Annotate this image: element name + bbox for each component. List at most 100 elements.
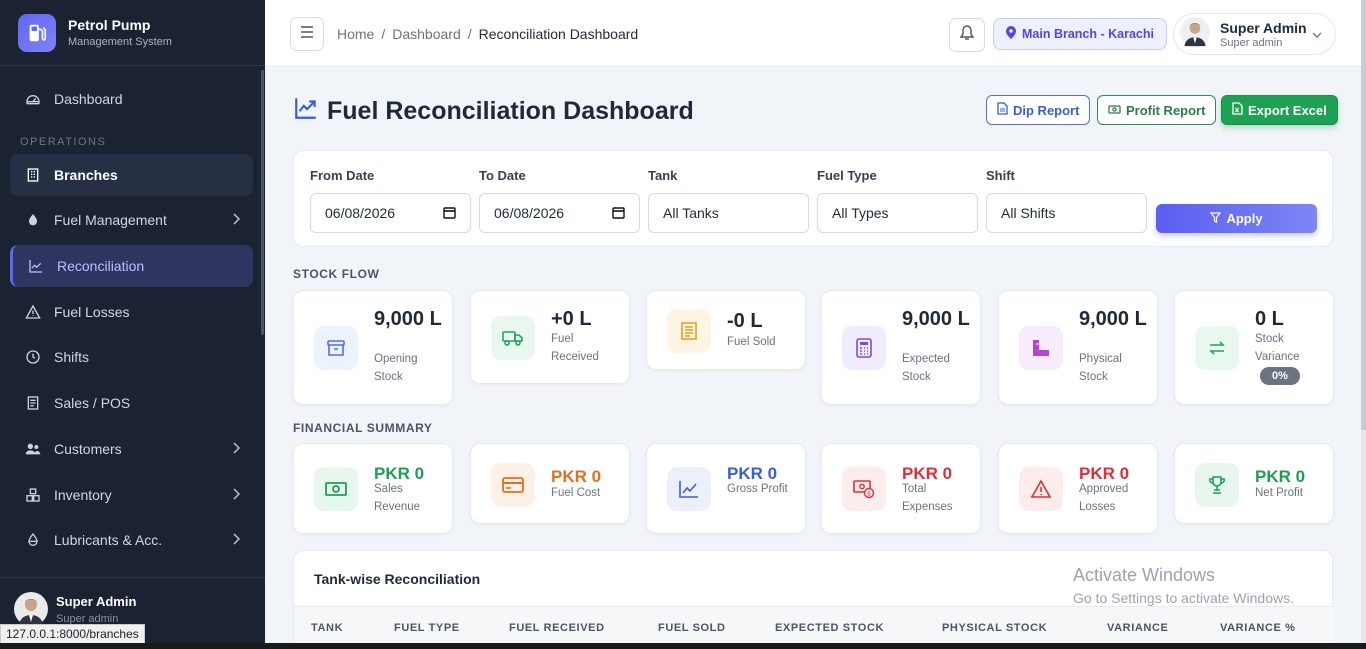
- sidebar-item-fuel-management[interactable]: Fuel Management: [10, 199, 253, 241]
- chart-line-icon: [293, 95, 319, 128]
- sidebar-item-label: Sales / POS: [54, 395, 131, 412]
- oil-drop-icon: [24, 531, 42, 549]
- tank-select[interactable]: All Tanks: [648, 193, 809, 233]
- column-header[interactable]: EXPECTED STOCK: [775, 622, 884, 634]
- filter-to-date: To Date 06/08/2026: [479, 168, 640, 233]
- profit-report-button[interactable]: Profit Report: [1097, 95, 1217, 125]
- net-profit-card: PKR 0 Net Profit: [1174, 443, 1334, 524]
- fuel-sold-label: Fuel Sold: [727, 336, 776, 348]
- branch-selector[interactable]: Main Branch - Karachi: [993, 18, 1167, 50]
- calculator-icon: [842, 326, 886, 370]
- sidebar-item-reconciliation[interactable]: Reconciliation: [10, 245, 253, 288]
- building-icon: [24, 166, 42, 184]
- filter-fuel-type: Fuel Type All Types: [817, 168, 978, 233]
- warning-icon: [24, 303, 42, 321]
- money-out-icon: $: [842, 467, 886, 511]
- truck-icon: [491, 316, 535, 360]
- sidebar-item-inventory[interactable]: Inventory: [10, 474, 253, 516]
- svg-text:$: $: [867, 491, 871, 498]
- physical-stock-label: Physical Stock: [1079, 353, 1122, 383]
- breadcrumb: Home / Dashboard / Reconciliation Dashboard: [337, 26, 639, 42]
- column-header[interactable]: TANK: [311, 622, 343, 634]
- net-profit-label: Net Profit: [1255, 487, 1303, 499]
- fuel-sold-value: -0 L: [727, 310, 763, 332]
- breadcrumb-home[interactable]: Home: [337, 26, 374, 42]
- sidebar-item-label: Customers: [54, 440, 122, 457]
- sidebar-item-shifts[interactable]: Shifts: [10, 336, 253, 378]
- page-scrollbar-thumb[interactable]: [1361, 0, 1366, 430]
- dip-report-label: Dip Report: [1013, 102, 1080, 118]
- sidebar-item-fuel-losses[interactable]: Fuel Losses: [10, 291, 253, 333]
- app-root: Petrol Pump Management System Dashboard …: [0, 0, 1366, 649]
- page-scrollbar[interactable]: [1361, 0, 1366, 649]
- sidebar-item-branches[interactable]: Branches: [10, 153, 253, 196]
- sidebar-item-customers[interactable]: Customers: [10, 428, 253, 470]
- receipt-icon: [667, 309, 711, 353]
- filter-from-date: From Date 06/08/2026: [310, 168, 471, 233]
- opening-stock-value: 9,000 L: [374, 308, 442, 330]
- export-excel-label: Export Excel: [1248, 102, 1327, 118]
- sidebar-item-label: Lubricants & Acc.: [54, 532, 163, 549]
- filter-tank: Tank All Tanks: [648, 168, 809, 233]
- from-date-value: 06/08/2026: [325, 205, 396, 221]
- opening-stock-label: Opening Stock: [374, 353, 418, 383]
- branch-name: Main Branch - Karachi: [1022, 27, 1154, 41]
- column-header[interactable]: VARIANCE: [1107, 622, 1168, 634]
- column-header[interactable]: FUEL TYPE: [394, 622, 460, 634]
- breadcrumb-dashboard[interactable]: Dashboard: [392, 26, 461, 42]
- fuel-received-label: Fuel Received: [551, 333, 599, 363]
- approved-losses-label: Approved Losses: [1079, 483, 1129, 513]
- variance-percent-badge: 0%: [1260, 367, 1300, 385]
- gross-profit-label: Gross Profit: [727, 483, 788, 495]
- calendar-icon[interactable]: [443, 206, 456, 222]
- fuel-type-select[interactable]: All Types: [817, 193, 978, 233]
- cash-icon: [314, 467, 358, 511]
- tank-label: Tank: [648, 168, 678, 183]
- sidebar-item-dashboard[interactable]: Dashboard: [10, 78, 253, 120]
- from-date-input[interactable]: 06/08/2026: [310, 193, 471, 233]
- chevron-right-icon: [231, 212, 241, 229]
- page-title-text: Fuel Reconciliation Dashboard: [327, 97, 694, 125]
- shift-select[interactable]: All Shifts: [986, 193, 1147, 233]
- arrows-exchange-icon: [1195, 326, 1239, 370]
- column-header[interactable]: PHYSICAL STOCK: [942, 622, 1047, 634]
- calendar-icon[interactable]: [612, 206, 625, 222]
- brand-subtitle: Management System: [68, 36, 172, 48]
- user-menu[interactable]: Super Admin Super admin: [1173, 13, 1336, 55]
- brand-title: Petrol Pump: [68, 17, 151, 33]
- sidebar-scrollbar[interactable]: [261, 70, 264, 335]
- fuel-type-value: All Types: [832, 205, 889, 221]
- column-header[interactable]: FUEL RECEIVED: [509, 622, 605, 634]
- fuel-type-label: Fuel Type: [817, 168, 877, 183]
- sidebar-user-name: Super Admin: [56, 594, 137, 609]
- to-date-input[interactable]: 06/08/2026: [479, 193, 640, 233]
- fuel-received-value: +0 L: [551, 308, 592, 330]
- credit-card-icon: [491, 463, 535, 507]
- status-url: 127.0.0.1:8000/branches: [0, 624, 145, 644]
- archive-icon: [314, 326, 358, 370]
- tank-value: All Tanks: [663, 205, 719, 221]
- financial-summary-heading: FINANCIAL SUMMARY: [293, 421, 433, 435]
- ruler-icon: [1019, 326, 1063, 370]
- sidebar-item-sales-pos[interactable]: Sales / POS: [10, 382, 253, 424]
- dip-report-button[interactable]: Dip Report: [986, 95, 1091, 125]
- droplet-icon: [24, 211, 42, 229]
- column-header[interactable]: FUEL SOLD: [658, 622, 726, 634]
- breadcrumb-current: Reconciliation Dashboard: [478, 26, 639, 42]
- sidebar-item-label: Fuel Losses: [54, 303, 130, 320]
- sidebar-item-lubricants[interactable]: Lubricants & Acc.: [10, 519, 253, 561]
- export-excel-button[interactable]: Export Excel: [1221, 95, 1338, 125]
- notifications-button[interactable]: [949, 18, 985, 52]
- expected-stock-card: 9,000 L Expected Stock: [821, 290, 981, 405]
- column-header[interactable]: VARIANCE %: [1220, 622, 1295, 634]
- chevron-down-icon: [1311, 28, 1323, 46]
- page-title: Fuel Reconciliation Dashboard: [293, 95, 694, 128]
- menu-toggle-button[interactable]: [290, 17, 324, 51]
- fuel-cost-card: PKR 0 Fuel Cost: [470, 443, 630, 524]
- stock-variance-card: 0 L Stock Variance 0%: [1174, 290, 1334, 405]
- brand[interactable]: Petrol Pump Management System: [0, 0, 265, 66]
- apply-label: Apply: [1226, 211, 1263, 226]
- expected-stock-label: Expected Stock: [902, 353, 950, 383]
- opening-stock-card: 9,000 L Opening Stock: [293, 290, 453, 405]
- apply-button[interactable]: Apply: [1156, 204, 1317, 233]
